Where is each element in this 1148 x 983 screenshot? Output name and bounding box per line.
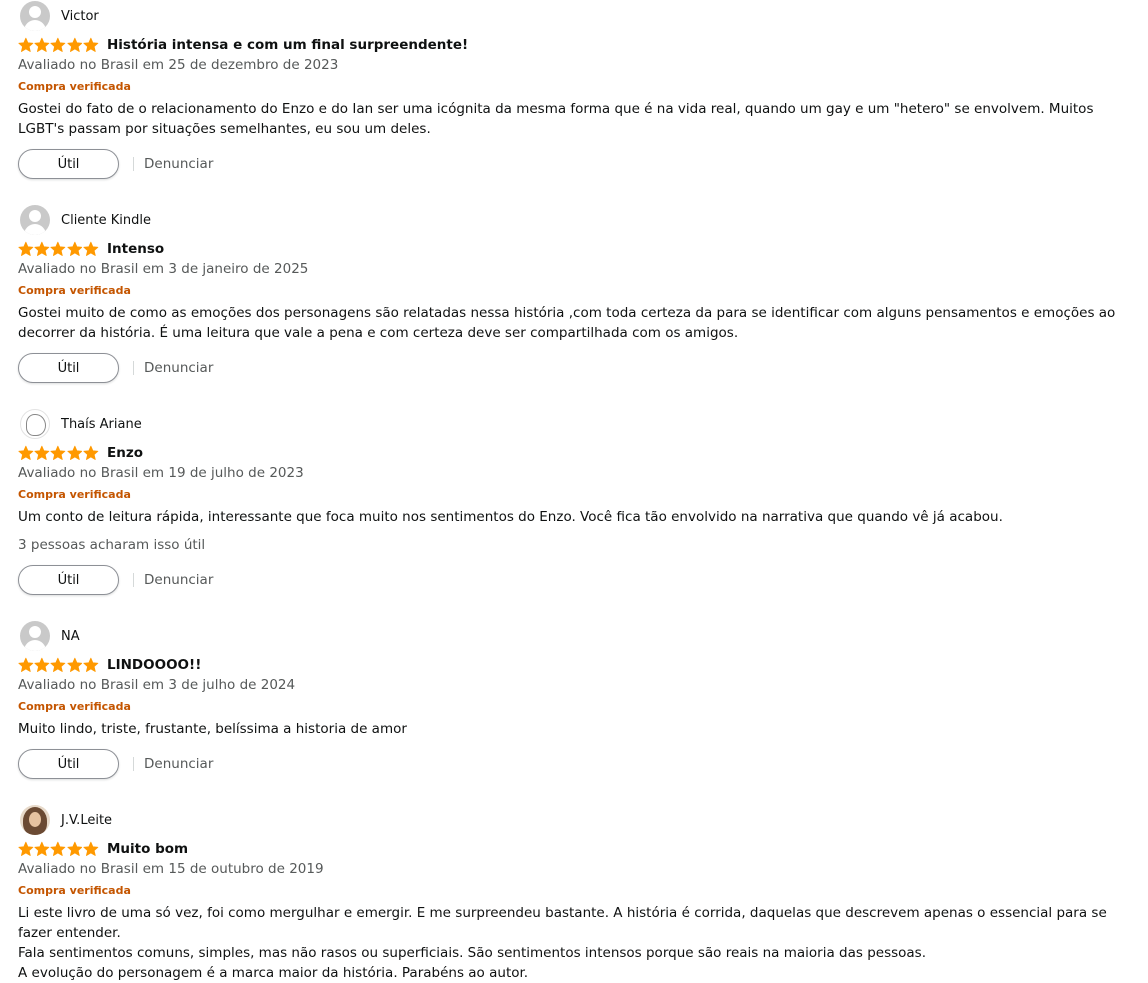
review-body: Gostei do fato de o relacionamento do En… — [18, 99, 1138, 139]
star-icon — [83, 37, 99, 52]
helpful-button[interactable]: Útil — [18, 149, 119, 179]
review-body: Um conto de leitura rápida, interessante… — [18, 507, 1138, 527]
star-rating[interactable] — [18, 37, 99, 53]
star-icon — [50, 841, 66, 856]
star-icon — [67, 657, 82, 672]
verified-purchase-badge[interactable]: Compra verificada — [18, 700, 131, 713]
reviewer-profile[interactable]: Cliente Kindle — [20, 204, 151, 236]
star-icon — [18, 657, 34, 672]
helpful-button[interactable]: Útil — [18, 749, 119, 779]
review-text: Li este livro de uma só vez, foi como me… — [18, 905, 1107, 941]
verified-purchase-badge[interactable]: Compra verificada — [18, 884, 131, 897]
review-title[interactable]: Muito bom — [107, 841, 188, 857]
review-text: Gostei do fato de o relacionamento do En… — [18, 101, 1094, 137]
reviewer-profile[interactable]: J.V.Leite — [20, 804, 112, 836]
helpful-button[interactable]: Útil — [18, 353, 119, 383]
review-date: Avaliado no Brasil em 3 de janeiro de 20… — [18, 261, 309, 277]
review-body: Muito lindo, triste, frustante, belíssim… — [18, 719, 1138, 739]
star-icon — [18, 445, 34, 460]
default-avatar-icon — [20, 205, 50, 235]
verified-purchase-badge[interactable]: Compra verificada — [18, 80, 131, 93]
star-icon — [67, 241, 82, 256]
star-icon — [34, 657, 50, 672]
review-title[interactable]: História intensa e com um final surpreen… — [107, 37, 468, 53]
reviewer-profile[interactable]: NA — [20, 620, 80, 652]
review-date: Avaliado no Brasil em 3 de julho de 2024 — [18, 677, 296, 693]
star-icon — [67, 445, 82, 460]
star-icon — [67, 37, 82, 52]
divider — [133, 757, 134, 771]
review-title[interactable]: LINDOOOO!! — [107, 657, 201, 673]
verified-purchase-badge[interactable]: Compra verificada — [18, 284, 131, 297]
divider — [133, 573, 134, 587]
review-title[interactable]: Intenso — [107, 241, 164, 257]
review-text: Muito lindo, triste, frustante, belíssim… — [18, 721, 407, 737]
star-rating[interactable] — [18, 657, 99, 673]
star-icon — [18, 37, 34, 52]
review-text: Fala sentimentos comuns, simples, mas nã… — [18, 945, 927, 961]
star-icon — [67, 841, 82, 856]
review-body: Gostei muito de como as emoções dos pers… — [18, 303, 1138, 343]
report-link[interactable]: Denunciar — [144, 756, 213, 772]
report-link[interactable]: Denunciar — [144, 156, 213, 172]
report-link[interactable]: Denunciar — [144, 572, 213, 588]
reviewer-name[interactable]: NA — [61, 629, 80, 644]
review-text: A evolução do personagem é a marca maior… — [18, 965, 529, 981]
verified-purchase-badge[interactable]: Compra verificada — [18, 488, 131, 501]
star-icon — [50, 37, 66, 52]
star-icon — [34, 37, 50, 52]
reviewer-name[interactable]: Cliente Kindle — [61, 213, 151, 228]
helpful-count: 3 pessoas acharam isso útil — [18, 537, 206, 553]
star-rating[interactable] — [18, 241, 99, 257]
review-body: Li este livro de uma só vez, foi como me… — [18, 903, 1138, 983]
star-icon — [83, 841, 99, 856]
divider — [133, 157, 134, 171]
star-icon — [34, 241, 50, 256]
star-icon — [50, 445, 66, 460]
default-avatar-icon — [20, 1, 50, 31]
star-icon — [50, 241, 66, 256]
reviewer-name[interactable]: J.V.Leite — [61, 813, 112, 828]
star-icon — [18, 841, 34, 856]
divider — [133, 361, 134, 375]
review-date: Avaliado no Brasil em 25 de dezembro de … — [18, 57, 339, 73]
reviewer-profile[interactable]: Victor — [20, 0, 99, 32]
review-title[interactable]: Enzo — [107, 445, 143, 461]
default-avatar-icon — [20, 621, 50, 651]
reviewer-name[interactable]: Victor — [61, 9, 99, 24]
star-icon — [83, 445, 99, 460]
review-text: Um conto de leitura rápida, interessante… — [18, 509, 1003, 525]
star-icon — [18, 241, 34, 256]
review-text: Gostei muito de como as emoções dos pers… — [18, 305, 1116, 341]
star-icon — [50, 657, 66, 672]
star-icon — [34, 841, 50, 856]
reviewer-profile[interactable]: Thaís Ariane — [20, 408, 142, 440]
helpful-button[interactable]: Útil — [18, 565, 119, 595]
star-rating[interactable] — [18, 841, 99, 857]
photo-avatar-icon — [20, 805, 50, 835]
star-icon — [83, 657, 99, 672]
sketch-avatar-icon — [20, 409, 50, 439]
star-icon — [34, 445, 50, 460]
review-date: Avaliado no Brasil em 19 de julho de 202… — [18, 465, 304, 481]
star-icon — [83, 241, 99, 256]
report-link[interactable]: Denunciar — [144, 360, 213, 376]
reviewer-name[interactable]: Thaís Ariane — [61, 417, 142, 432]
star-rating[interactable] — [18, 445, 99, 461]
review-date: Avaliado no Brasil em 15 de outubro de 2… — [18, 861, 324, 877]
